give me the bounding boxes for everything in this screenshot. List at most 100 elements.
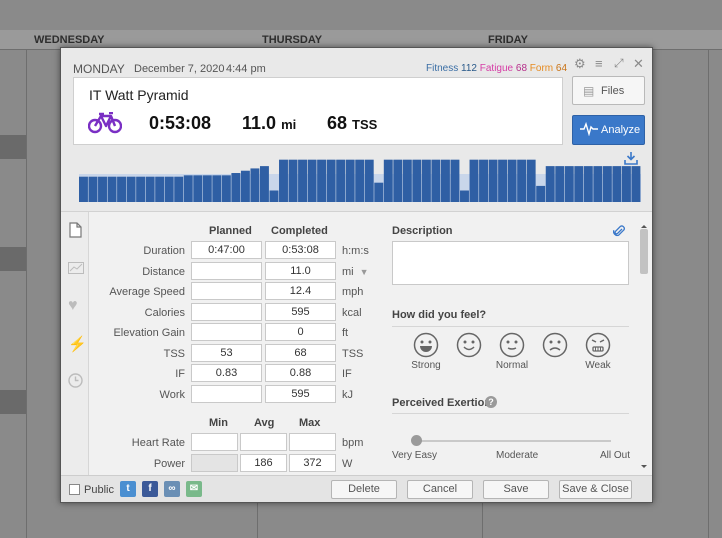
workout-details-form: ♥ ⚡ Planned Completed Duration 0:47:00 0… [61, 211, 652, 476]
close-icon[interactable]: ✕ [633, 56, 644, 72]
chart-bar [288, 159, 298, 202]
analyze-button[interactable]: Analyze [572, 115, 645, 145]
calories-label: Calories [144, 307, 185, 319]
email-icon[interactable]: ✉ [186, 481, 202, 497]
chart-bar [326, 159, 336, 202]
distance-completed-input[interactable]: 11.0 [265, 262, 336, 280]
work-label: Work [159, 389, 185, 401]
chart-bar [583, 166, 593, 202]
fitness-label: Fitness [426, 63, 459, 74]
calendar-cell [0, 247, 26, 271]
facebook-icon[interactable]: f [142, 481, 158, 497]
avg-speed-planned-input[interactable] [191, 282, 262, 300]
perceived-exertion-header: Perceived Exertion [392, 397, 492, 409]
feel-strong-label: Strong [411, 360, 441, 371]
face-poor-icon[interactable] [542, 332, 568, 358]
description-textarea[interactable] [392, 241, 629, 285]
heart-rate-min-input[interactable] [191, 433, 238, 451]
paperclip-icon[interactable] [612, 224, 625, 241]
workout-duration: 0:53:08 [149, 113, 212, 133]
elevation-completed-input[interactable]: 0 [265, 323, 336, 341]
cancel-button[interactable]: Cancel [407, 480, 473, 499]
feel-weak-label: Weak [585, 360, 611, 371]
avg-speed-completed-input[interactable]: 12.4 [265, 282, 336, 300]
power-min-input[interactable] [191, 454, 238, 472]
face-normal-icon[interactable] [499, 332, 525, 358]
help-icon[interactable]: ? [485, 396, 497, 408]
chart-bar [126, 176, 136, 202]
elevation-planned-input[interactable] [191, 323, 262, 341]
chart-bar [250, 168, 260, 202]
workout-structure-chart[interactable] [79, 156, 641, 202]
work-unit: kJ [342, 389, 353, 401]
calories-completed-input[interactable]: 595 [265, 303, 336, 321]
gear-icon[interactable]: ⚙ [574, 56, 586, 72]
if-label: IF [175, 368, 185, 380]
files-button[interactable]: ▤ Files [572, 76, 645, 105]
chart-bar [364, 159, 374, 202]
workout-dialog: MONDAY December 7, 2020 4:44 pm Fitness … [60, 47, 653, 503]
calendar-day-wednesday: WEDNESDAY [34, 34, 105, 46]
chart-bar [136, 176, 146, 202]
calendar-divider [26, 50, 27, 538]
chart-bar [612, 166, 622, 202]
chart-bar [269, 190, 279, 202]
scrollbar-thumb[interactable] [640, 229, 648, 274]
link-icon[interactable]: ∞ [164, 481, 180, 497]
face-strong-icon[interactable] [413, 332, 439, 358]
chevron-down-icon: ▼ [359, 267, 369, 277]
face-good-icon[interactable] [456, 332, 482, 358]
pulse-icon [580, 122, 598, 136]
work-completed-input[interactable]: 595 [265, 385, 336, 403]
work-planned-input[interactable] [191, 385, 262, 403]
workout-summary: IT Watt Pyramid 0:53:08 11.0 mi 68 TSS [73, 77, 563, 145]
duration-planned-input[interactable]: 0:47:00 [191, 241, 262, 259]
elevation-label: Elevation Gain [113, 327, 185, 339]
tss-completed-input[interactable]: 68 [265, 344, 336, 362]
distance-label: Distance [142, 266, 185, 278]
distance-unit-select[interactable]: mi ▼ [342, 266, 369, 278]
save-close-button[interactable]: Save & Close [559, 480, 632, 499]
if-unit: IF [342, 368, 352, 380]
public-checkbox[interactable] [69, 484, 80, 495]
expand-icon[interactable]: ⤢ [614, 56, 624, 71]
bike-icon [88, 112, 122, 134]
calories-planned-input[interactable] [191, 303, 262, 321]
document-icon[interactable] [69, 222, 82, 241]
fatigue-value: 68 [515, 63, 528, 74]
heart-rate-avg-input[interactable] [240, 433, 287, 451]
delete-button[interactable]: Delete [331, 480, 397, 499]
files-button-label: Files [601, 85, 625, 97]
power-max-input[interactable]: 372 [289, 454, 336, 472]
workout-day: MONDAY [73, 62, 125, 76]
description-header: Description [392, 225, 453, 237]
heart-rate-max-input[interactable] [289, 433, 336, 451]
workout-tss: 68 [327, 113, 348, 133]
duration-completed-input[interactable]: 0:53:08 [265, 241, 336, 259]
distance-planned-input[interactable] [191, 262, 262, 280]
tss-planned-input[interactable]: 53 [191, 344, 262, 362]
twitter-icon[interactable]: t [120, 481, 136, 497]
exertion-slider-track[interactable] [415, 440, 611, 442]
planned-header: Planned [209, 225, 252, 237]
divider [392, 413, 629, 414]
chart-bar [507, 159, 517, 202]
chart-bar [317, 159, 327, 202]
distance-unit: mi [342, 266, 354, 278]
chart-bar [117, 176, 127, 202]
save-button[interactable]: Save [483, 480, 549, 499]
chart-bar [460, 190, 469, 202]
if-completed-input[interactable]: 0.88 [265, 364, 336, 382]
chart-bar [145, 176, 155, 202]
chart-bar [402, 159, 412, 202]
chart-bar [555, 166, 565, 202]
duration-unit: h:m:s [342, 245, 369, 257]
power-avg-input[interactable]: 186 [240, 454, 287, 472]
if-planned-input[interactable]: 0.83 [191, 364, 262, 382]
face-weak-icon[interactable] [585, 332, 611, 358]
fitness-metrics: Fitness 112 Fatigue 68 Form 64 [426, 63, 567, 74]
menu-icon[interactable]: ≡ [595, 56, 603, 71]
exertion-slider-handle[interactable] [411, 435, 422, 446]
calendar-cell [0, 390, 26, 414]
workout-title[interactable]: IT Watt Pyramid [89, 87, 189, 103]
